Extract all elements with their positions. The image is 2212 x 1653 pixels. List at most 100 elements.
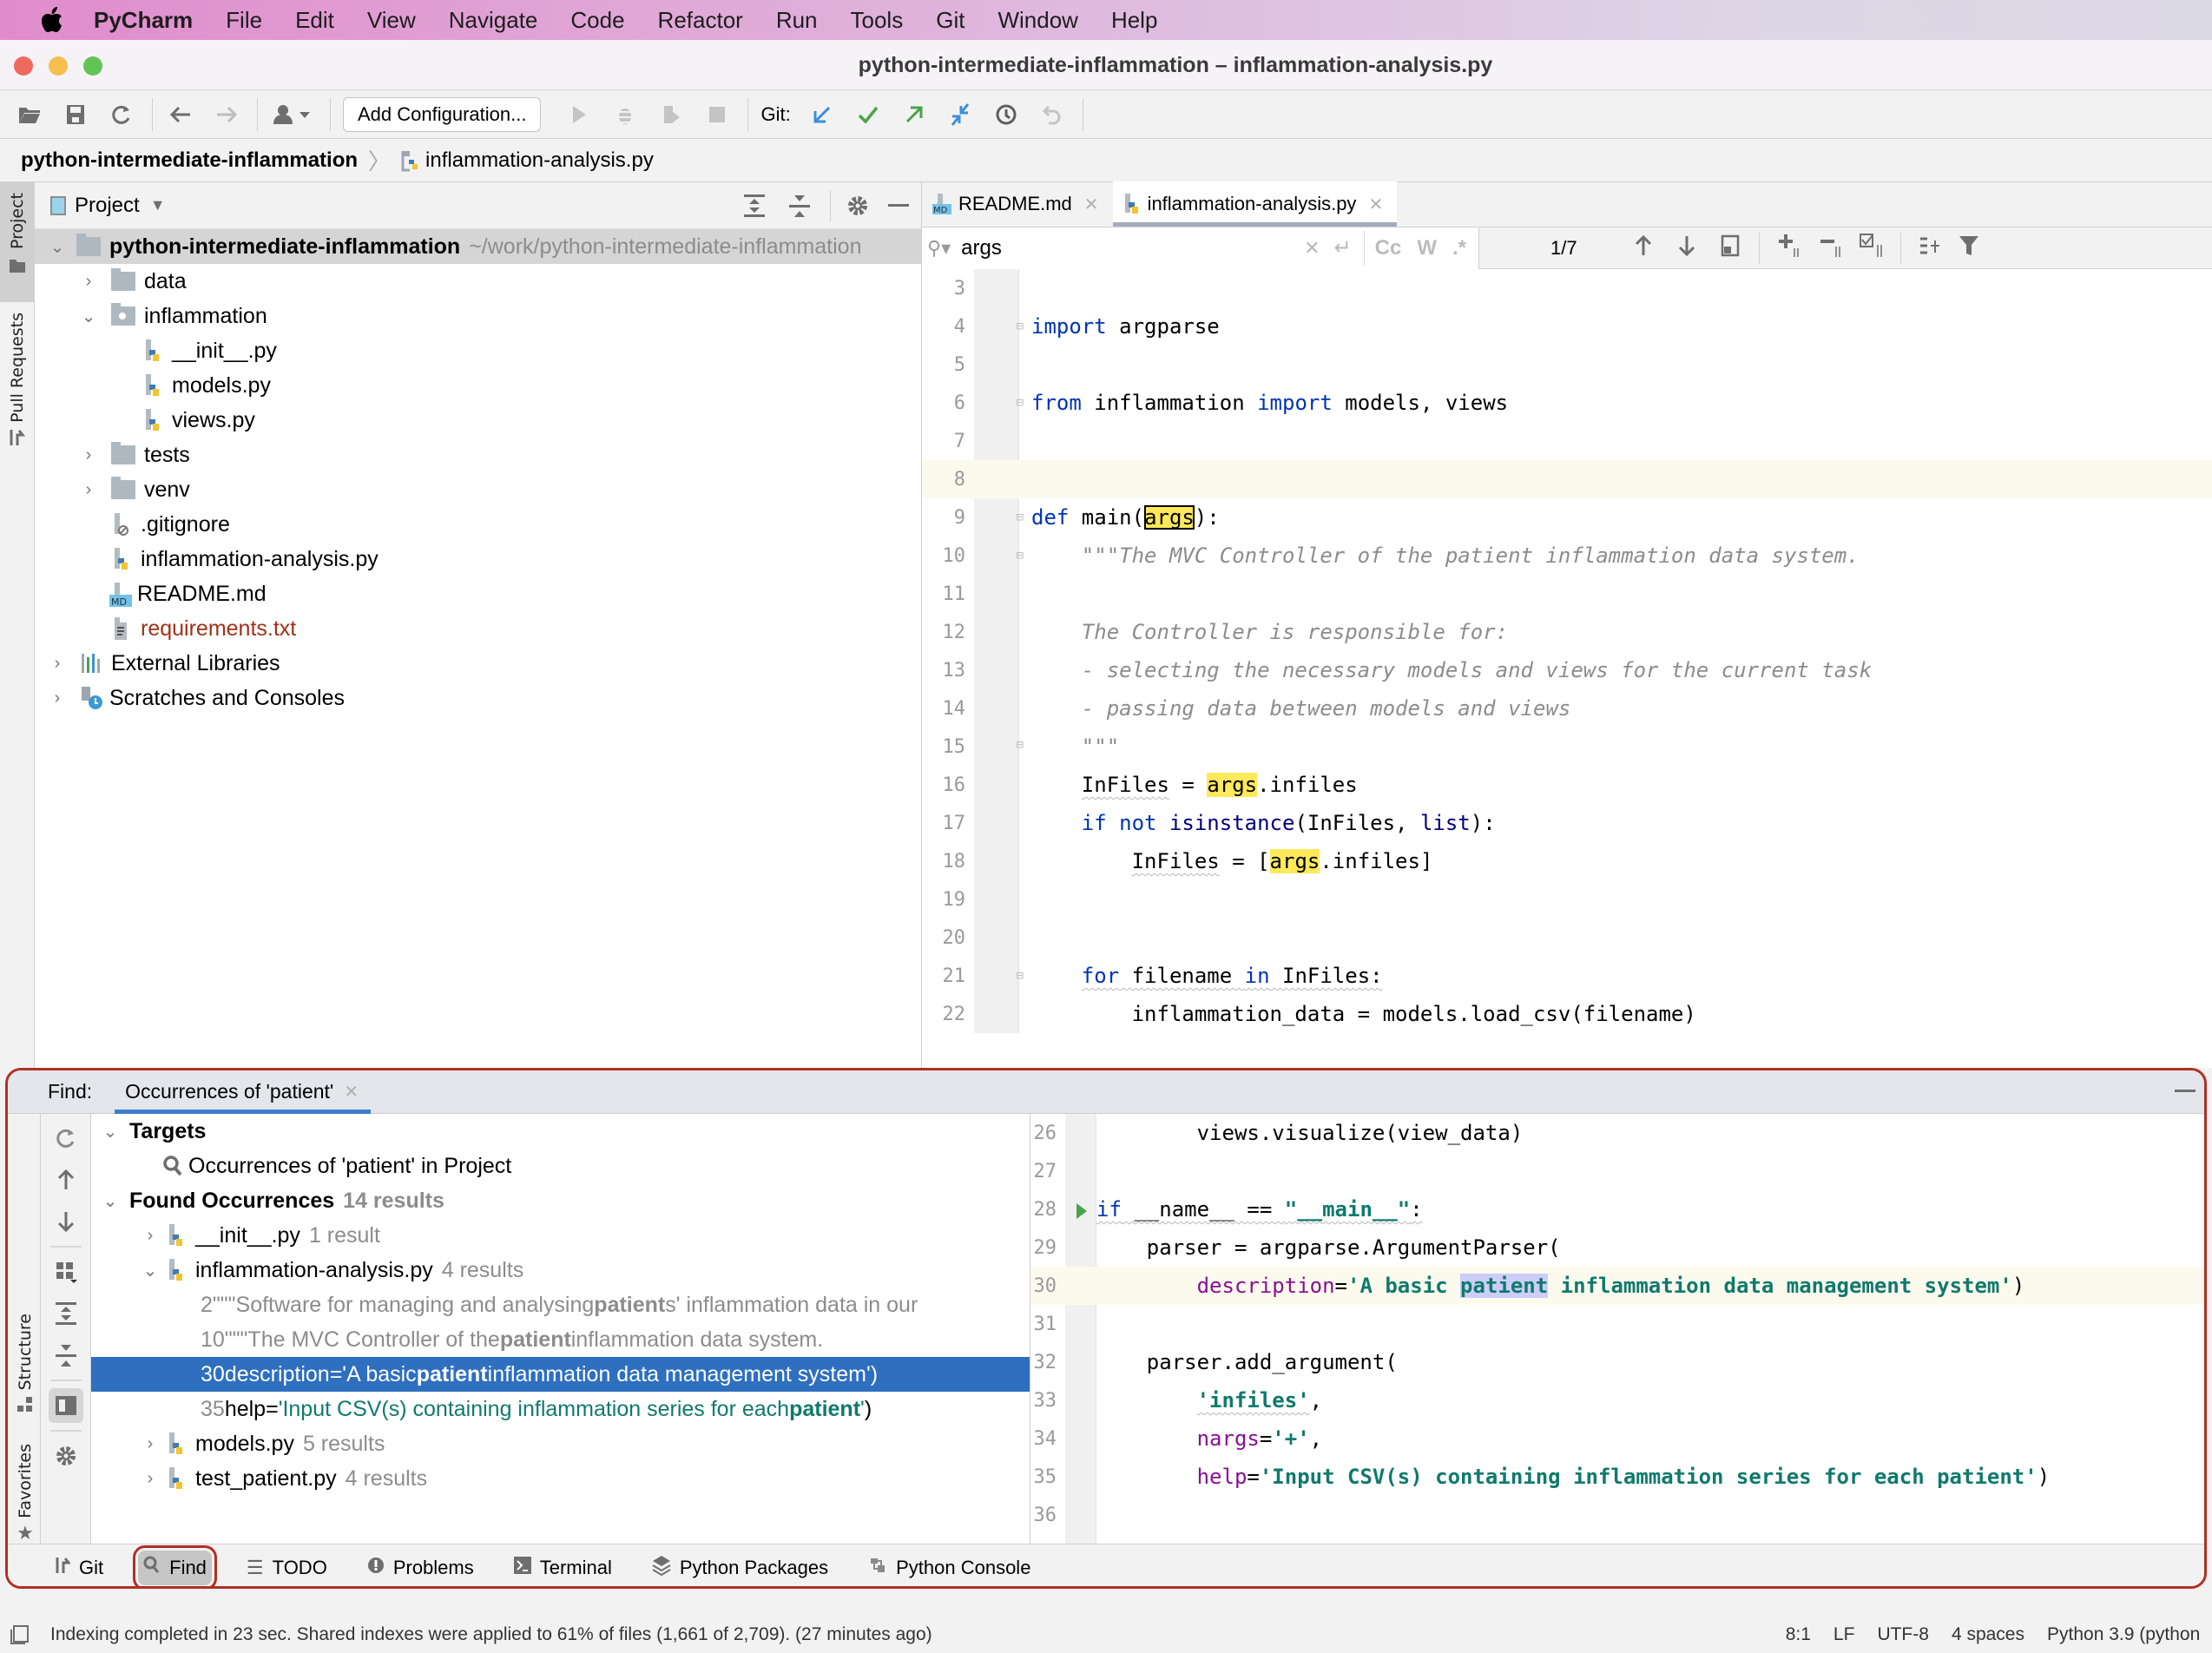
indent-setting[interactable]: 4 spaces bbox=[1952, 1624, 2024, 1645]
hide-pane-icon[interactable] bbox=[888, 203, 909, 207]
clear-search-icon[interactable]: ✕ bbox=[1304, 237, 1320, 260]
tree-item-readme[interactable]: MD README.md bbox=[35, 576, 921, 611]
result-file-init-py[interactable]: › __init__.py 1 result bbox=[91, 1218, 1030, 1253]
collapse-all-icon[interactable] bbox=[49, 1338, 83, 1373]
chevron-down-icon[interactable]: ⌄ bbox=[140, 1260, 161, 1281]
chevron-down-icon[interactable]: ⌄ bbox=[100, 1121, 121, 1143]
chevron-right-icon[interactable]: › bbox=[47, 688, 68, 708]
file-encoding[interactable]: UTF-8 bbox=[1877, 1624, 1929, 1645]
menu-file[interactable]: File bbox=[226, 7, 262, 34]
tree-item-init-py[interactable]: __init__.py bbox=[35, 333, 921, 368]
menu-tools[interactable]: Tools bbox=[851, 7, 904, 34]
menu-git[interactable]: Git bbox=[936, 7, 964, 34]
chevron-down-icon[interactable]: ⌄ bbox=[100, 1190, 121, 1212]
apple-icon[interactable] bbox=[35, 4, 69, 36]
git-push-icon[interactable] bbox=[899, 99, 930, 130]
filter-icon[interactable] bbox=[1959, 234, 1979, 261]
next-occurrence-icon[interactable] bbox=[1677, 234, 1696, 261]
forward-button[interactable] bbox=[211, 99, 242, 130]
previous-occurrence-icon[interactable] bbox=[49, 1162, 83, 1197]
run-with-coverage-button[interactable] bbox=[655, 99, 687, 130]
caret-position[interactable]: 8:1 bbox=[1786, 1624, 1811, 1645]
search-input-value[interactable]: args bbox=[961, 236, 1304, 260]
result-occurrence-selected[interactable]: 30 description='A basic patient inflamma… bbox=[91, 1357, 1030, 1392]
debug-button[interactable] bbox=[609, 99, 641, 130]
breadcrumb-file[interactable]: inflammation-analysis.py bbox=[425, 148, 654, 173]
project-view-selector[interactable]: Project bbox=[75, 194, 140, 218]
fold-icon[interactable]: ⊟ bbox=[1017, 549, 1024, 563]
tree-root-row[interactable]: ⌄ python-intermediate-inflammation ~/wor… bbox=[35, 229, 921, 264]
rerun-icon[interactable] bbox=[49, 1121, 83, 1156]
status-toggle-icon[interactable] bbox=[10, 1625, 30, 1644]
result-file-test-patient-py[interactable]: › test_patient.py 4 results bbox=[91, 1461, 1030, 1496]
tree-item-views-py[interactable]: views.py bbox=[35, 403, 921, 438]
tool-tab-todo[interactable]: ☰ TODO bbox=[241, 1551, 332, 1585]
save-all-button[interactable] bbox=[60, 99, 91, 130]
chevron-right-icon[interactable]: › bbox=[78, 480, 99, 500]
tree-item-gitignore[interactable]: .gitignore bbox=[35, 507, 921, 542]
preview-toggle-icon[interactable] bbox=[49, 1388, 83, 1423]
back-button[interactable] bbox=[165, 99, 196, 130]
chevron-down-icon[interactable]: ▼ bbox=[150, 196, 166, 214]
previous-occurrence-icon[interactable] bbox=[1634, 234, 1653, 261]
user-dropdown-button[interactable] bbox=[270, 99, 315, 130]
menu-pycharm[interactable]: PyCharm bbox=[94, 7, 193, 34]
gear-icon[interactable] bbox=[846, 194, 869, 217]
words-toggle[interactable]: W bbox=[1417, 236, 1437, 260]
add-configuration-button[interactable]: Add Configuration... bbox=[343, 96, 542, 132]
code-area[interactable]: 3 4 ⊟ import argparse 5 6 ⊟ from inflammatio… bbox=[922, 269, 2212, 1033]
tab-readme[interactable]: MD README.md ✕ bbox=[922, 181, 1113, 227]
fold-icon[interactable]: ⊟ bbox=[1017, 319, 1024, 333]
find-preview-editor[interactable]: 26 views.visualize(view_data) 27 28 if __… bbox=[1030, 1114, 2204, 1544]
filter-settings-icon[interactable] bbox=[1919, 234, 1943, 262]
tool-tab-problems[interactable]: Problems bbox=[362, 1551, 479, 1585]
git-rollback-icon[interactable] bbox=[1037, 99, 1068, 130]
fold-icon[interactable]: ⊟ bbox=[1017, 738, 1024, 752]
breadcrumb-project[interactable]: python-intermediate-inflammation bbox=[21, 148, 358, 173]
gear-icon[interactable] bbox=[49, 1439, 83, 1473]
git-history-icon[interactable] bbox=[991, 99, 1022, 130]
open-folder-button[interactable] bbox=[14, 99, 45, 130]
fold-icon[interactable]: ⊟ bbox=[1017, 396, 1024, 410]
fold-icon[interactable]: ⊟ bbox=[1017, 510, 1024, 524]
match-case-toggle[interactable]: Cc bbox=[1375, 236, 1402, 260]
chevron-right-icon[interactable]: › bbox=[140, 1469, 161, 1489]
chevron-right-icon[interactable]: › bbox=[140, 1226, 161, 1246]
add-occurrence-icon[interactable] bbox=[1777, 233, 1803, 263]
hide-panel-icon[interactable] bbox=[2175, 1090, 2196, 1092]
tool-tab-python-console[interactable]: Python Console bbox=[863, 1551, 1036, 1585]
collapse-all-icon[interactable] bbox=[788, 194, 811, 218]
chevron-down-icon[interactable]: ⌄ bbox=[47, 236, 68, 258]
select-all-occurrences-multi-icon[interactable] bbox=[1859, 233, 1886, 263]
close-tab-icon[interactable]: ✕ bbox=[1368, 194, 1383, 215]
menu-navigate[interactable]: Navigate bbox=[449, 7, 538, 34]
stop-button[interactable] bbox=[701, 99, 733, 130]
line-separator[interactable]: LF bbox=[1833, 1624, 1855, 1645]
git-merge-icon[interactable] bbox=[945, 99, 976, 130]
project-tool-tab[interactable]: Project bbox=[0, 182, 35, 302]
git-commit-icon[interactable] bbox=[853, 99, 884, 130]
menu-view[interactable]: View bbox=[367, 7, 416, 34]
expand-all-icon[interactable] bbox=[49, 1296, 83, 1331]
tree-item-inflammation-analysis-py[interactable]: inflammation-analysis.py bbox=[35, 542, 921, 576]
tab-occurrences-of-patient[interactable]: Occurrences of 'patient' ✕ bbox=[115, 1070, 372, 1114]
python-interpreter[interactable]: Python 3.9 (python bbox=[2047, 1624, 2212, 1645]
close-tab-icon[interactable]: ✕ bbox=[344, 1081, 359, 1103]
tool-tab-terminal[interactable]: Terminal bbox=[509, 1551, 617, 1585]
tree-item-external-libraries[interactable]: › External Libraries bbox=[35, 646, 921, 681]
tool-tab-python-packages[interactable]: Python Packages bbox=[647, 1551, 833, 1585]
chevron-right-icon[interactable]: › bbox=[140, 1434, 161, 1454]
expand-all-icon[interactable] bbox=[743, 194, 766, 218]
result-occurrence[interactable]: 35 help= 'Input CSV(s) containing inflamm… bbox=[91, 1392, 1030, 1426]
tree-item-requirements[interactable]: requirements.txt bbox=[35, 611, 921, 646]
chevron-down-icon[interactable]: ⌄ bbox=[78, 306, 99, 327]
group-by-icon[interactable] bbox=[49, 1255, 83, 1289]
result-file-inflammation-analysis[interactable]: ⌄ inflammation-analysis.py 4 results bbox=[91, 1253, 1030, 1287]
tree-item-data[interactable]: › data bbox=[35, 264, 921, 299]
menu-refactor[interactable]: Refactor bbox=[658, 7, 743, 34]
search-input[interactable]: ⚲▾ args ✕ ↵ Cc W .* bbox=[922, 227, 1479, 269]
menu-code[interactable]: Code bbox=[570, 7, 624, 34]
run-gutter-icon[interactable] bbox=[1076, 1201, 1088, 1225]
close-tab-icon[interactable]: ✕ bbox=[1084, 194, 1099, 215]
synchronize-button[interactable] bbox=[106, 99, 137, 130]
